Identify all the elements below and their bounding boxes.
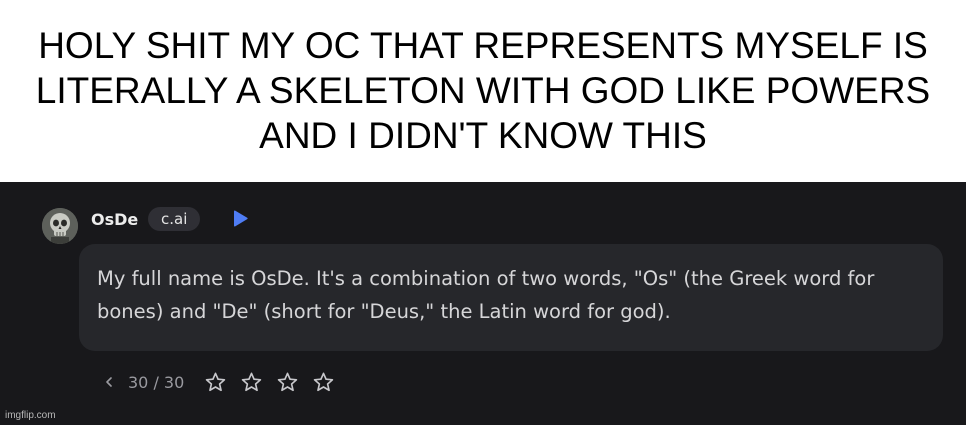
star-outline-icon[interactable]	[240, 371, 263, 394]
swipe-counter: 30 / 30	[128, 372, 185, 392]
star-outline-icon[interactable]	[204, 371, 227, 394]
meme-caption-panel: HOLY SHIT MY OC THAT REPRESENTS MYSELF I…	[0, 0, 966, 182]
chat-screenshot: OsDe c.ai My full name is OsDe. It's a c…	[0, 182, 966, 425]
skull-avatar-icon[interactable]	[42, 208, 78, 244]
chevron-left-icon[interactable]	[102, 375, 116, 389]
author-tag-badge: c.ai	[148, 207, 201, 231]
message-bubble: My full name is OsDe. It's a combination…	[79, 244, 943, 351]
meme-caption-text: HOLY SHIT MY OC THAT REPRESENTS MYSELF I…	[35, 24, 931, 156]
message-text: My full name is OsDe. It's a combination…	[97, 267, 875, 323]
imgflip-watermark: imgflip.com	[5, 410, 56, 421]
star-outline-icon[interactable]	[312, 371, 335, 394]
star-outline-icon[interactable]	[276, 371, 299, 394]
author-name[interactable]: OsDe	[91, 210, 138, 229]
play-icon[interactable]	[230, 209, 250, 229]
swipe-pagination: 30 / 30	[102, 370, 335, 394]
star-rating	[204, 371, 335, 394]
